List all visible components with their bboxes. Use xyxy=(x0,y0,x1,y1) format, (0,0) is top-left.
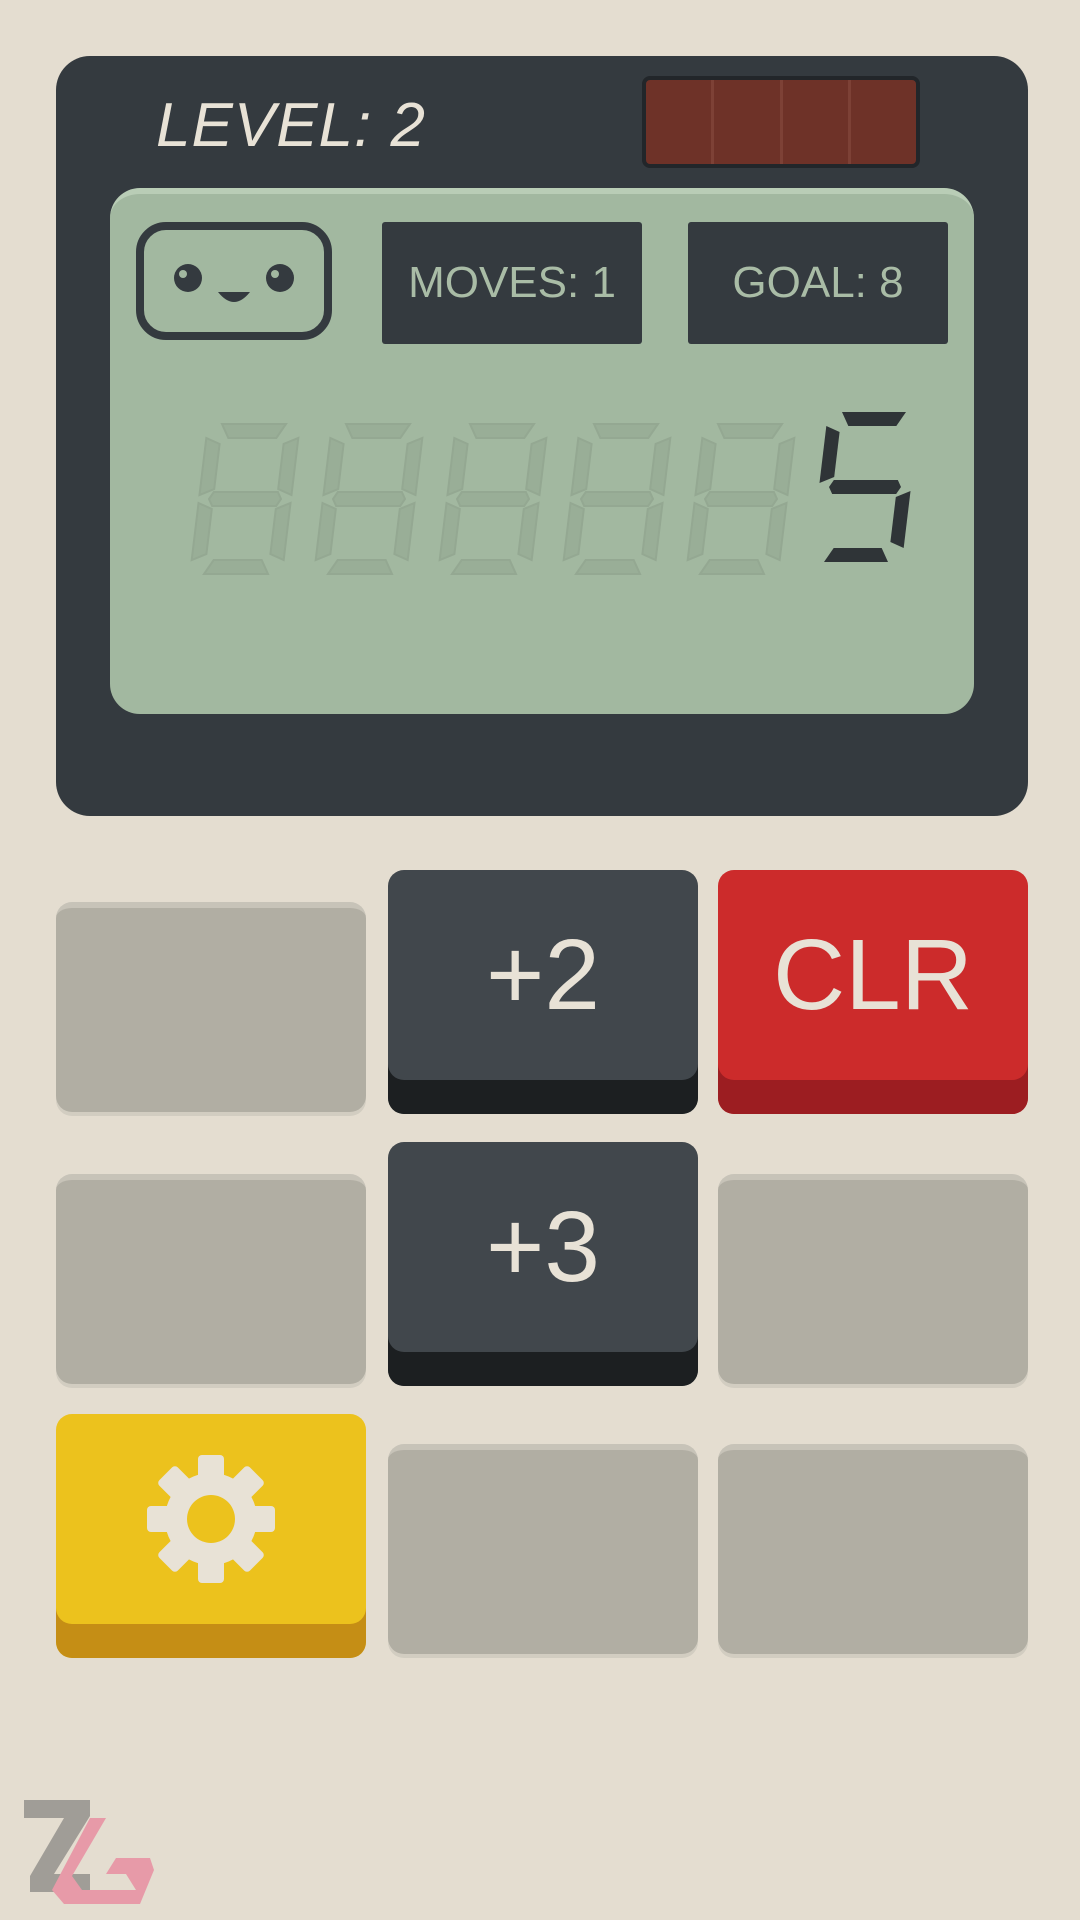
unlit-segment xyxy=(517,501,540,562)
settings-button[interactable] xyxy=(56,1414,366,1658)
unlit-segment xyxy=(269,501,292,562)
unlit-segment xyxy=(207,491,283,507)
unlit-segment xyxy=(393,501,416,562)
unlit-segment xyxy=(277,436,300,497)
gear-icon xyxy=(147,1455,275,1583)
level-title: LEVEL: 2 xyxy=(156,91,426,160)
seven-segment-display: 5 xyxy=(190,412,911,575)
add-3-button[interactable]: +3 xyxy=(388,1142,698,1386)
unlit-segment xyxy=(401,436,424,497)
zg-logo-icon xyxy=(24,1800,154,1904)
empty-button-slot xyxy=(718,1174,1028,1384)
empty-button-slot xyxy=(56,902,366,1112)
unlit-segment xyxy=(570,436,593,497)
unlit-segment xyxy=(438,501,461,562)
lit-segment xyxy=(829,480,901,494)
lit-segment xyxy=(824,548,888,562)
unlit-segment xyxy=(190,501,213,562)
solar-cell xyxy=(851,80,916,164)
unlit-segment xyxy=(322,436,345,497)
unlit-segment xyxy=(344,423,412,439)
unlit-segment xyxy=(698,559,766,575)
unlit-segment xyxy=(326,559,394,575)
empty-button-slot xyxy=(388,1444,698,1654)
unlit-segment xyxy=(468,423,536,439)
unlit-segment xyxy=(765,501,788,562)
unlit-segment xyxy=(686,501,709,562)
unlit-segment xyxy=(649,436,672,497)
unlit-segment xyxy=(716,423,784,439)
unlit-segment xyxy=(455,491,531,507)
unlit-segment xyxy=(314,501,337,562)
moves-counter: MOVES: 1 xyxy=(382,222,642,344)
unlit-segment xyxy=(220,423,288,439)
unlit-segment xyxy=(446,436,469,497)
solar-panel xyxy=(642,76,920,168)
unlit-segment xyxy=(331,491,407,507)
unlit-segment xyxy=(562,501,585,562)
lcd-screen: MOVES: 1 GOAL: 8 5 xyxy=(110,188,974,714)
lit-segment xyxy=(842,412,906,426)
goal-indicator: GOAL: 8 xyxy=(688,222,948,344)
empty-button-slot xyxy=(718,1444,1028,1654)
solar-cell xyxy=(783,80,851,164)
unlit-segment xyxy=(641,501,664,562)
calculator-body: LEVEL: 2 MOVES: 1 GOAL: 8 5 xyxy=(56,56,1028,816)
solar-cell xyxy=(714,80,783,164)
robot-face-icon xyxy=(136,222,332,340)
unlit-segment xyxy=(579,491,655,507)
unlit-segment xyxy=(202,559,270,575)
solar-cell xyxy=(646,80,715,164)
display-value: 5 xyxy=(880,573,881,575)
unlit-segment xyxy=(450,559,518,575)
unlit-segment xyxy=(773,436,796,497)
clear-button[interactable]: CLR xyxy=(718,870,1028,1114)
unlit-segment xyxy=(694,436,717,497)
unlit-segment xyxy=(703,491,779,507)
lit-segment xyxy=(819,426,840,483)
lit-segment xyxy=(890,491,911,548)
add-2-button[interactable]: +2 xyxy=(388,870,698,1114)
empty-button-slot xyxy=(56,1174,366,1384)
unlit-segment xyxy=(592,423,660,439)
unlit-segment xyxy=(525,436,548,497)
unlit-segment xyxy=(574,559,642,575)
unlit-segment xyxy=(198,436,221,497)
